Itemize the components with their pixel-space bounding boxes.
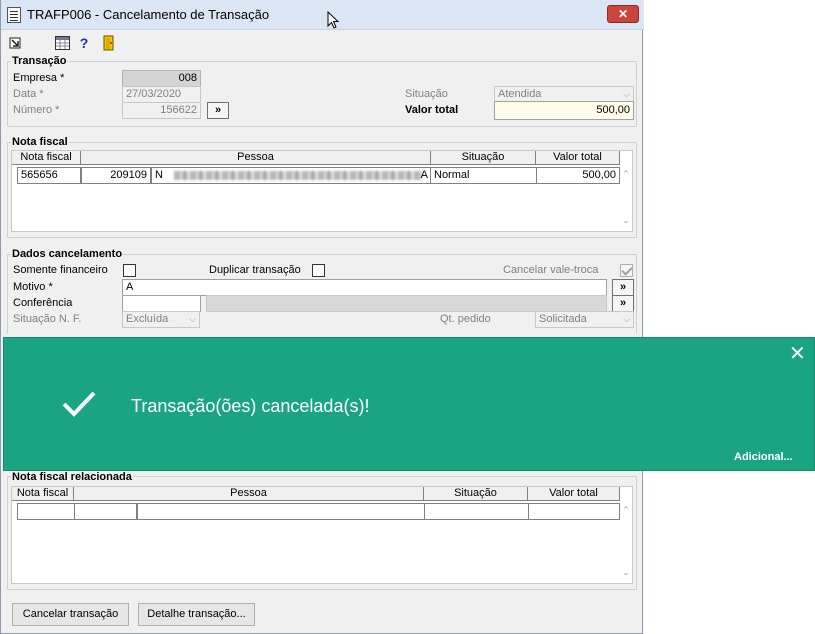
situacao-nf-value: Excluída	[126, 313, 169, 325]
chevron-down-icon: ⌵	[623, 314, 630, 324]
situacao-nf-label: Situação N. F.	[13, 313, 82, 325]
arrow-out-icon[interactable]	[9, 37, 21, 49]
app-window: TRAFP006 - Cancelamento de Transação ✕ ?…	[0, 0, 644, 634]
conferencia-label: Conferência	[13, 297, 73, 309]
cancelar-vale-label: Cancelar vale-troca	[503, 264, 599, 276]
conferencia-field[interactable]	[122, 295, 201, 312]
duplicar-checkbox[interactable]	[312, 264, 325, 277]
numero-label: Número *	[13, 104, 60, 116]
cell-pessoa-name[interactable]: N A	[151, 167, 431, 184]
exit-door-icon[interactable]	[102, 35, 116, 51]
rel-cell-pessoa-name[interactable]	[137, 503, 425, 520]
mouse-cursor-icon	[327, 11, 339, 29]
numero-field: 156622	[122, 102, 201, 119]
calculator-icon[interactable]	[55, 36, 70, 50]
help-icon[interactable]: ?	[77, 36, 91, 50]
chevron-down-icon: ⌵	[189, 314, 196, 324]
rel-cell-nota[interactable]	[17, 503, 75, 520]
situacao-nf-select: Excluída ⌵	[122, 311, 200, 328]
redacted-name	[174, 170, 423, 180]
success-toast: Transação(ões) cancelada(s)! ✕ Adicional…	[3, 337, 815, 471]
data-field: 27/03/2020	[122, 86, 201, 103]
window-title: TRAFP006 - Cancelamento de Transação	[27, 7, 270, 22]
rel-col-situacao[interactable]: Situação	[424, 487, 528, 501]
conferencia-search-button[interactable]: »	[612, 295, 634, 312]
empresa-label: Empresa *	[13, 72, 65, 84]
chevron-down-icon: ⌵	[623, 89, 630, 99]
title-bar[interactable]: TRAFP006 - Cancelamento de Transação ✕	[1, 0, 644, 30]
numero-search-button[interactable]: »	[207, 102, 229, 119]
nota-fiscal-title: Nota fiscal	[11, 136, 69, 148]
cell-valor[interactable]: 500,00	[536, 167, 620, 184]
qt-pedido-label: Qt. pedido	[440, 313, 491, 325]
scroll-up-icon[interactable]: ⌃	[619, 169, 633, 180]
col-pessoa[interactable]: Pessoa	[81, 151, 431, 165]
valor-total-field: 500,00	[494, 101, 634, 120]
conferencia-description	[206, 295, 607, 312]
toast-message: Transação(ões) cancelada(s)!	[131, 396, 370, 416]
cancelar-vale-checkbox	[620, 264, 633, 277]
col-valor-total[interactable]: Valor total	[536, 151, 620, 165]
nota-fiscal-grid[interactable]: Nota fiscal Pessoa Situação Valor total …	[11, 150, 633, 232]
cell-situacao[interactable]: Normal	[431, 167, 536, 184]
rel-cell-pessoa-code[interactable]	[74, 503, 137, 520]
nota-relacionada-title: Nota fiscal relacionada	[11, 471, 133, 483]
toast-more-link[interactable]: Adicional...	[734, 451, 793, 463]
motivo-field[interactable]: A	[122, 279, 607, 296]
dados-cancelamento-title: Dados cancelamento	[11, 248, 124, 260]
duplicar-label: Duplicar transação	[209, 264, 301, 276]
scroll-up-icon[interactable]: ⌃	[619, 505, 633, 516]
qt-pedido-value: Solicitada	[539, 313, 587, 325]
motivo-search-button[interactable]: »	[612, 279, 634, 296]
rel-cell-valor[interactable]	[528, 503, 620, 520]
motivo-label: Motivo *	[13, 281, 53, 293]
qt-pedido-select: Solicitada ⌵	[535, 311, 634, 328]
transacao-title: Transação	[11, 55, 68, 67]
rel-cell-situacao[interactable]	[424, 503, 529, 520]
nota-relacionada-grid[interactable]: Nota fiscal Pessoa Situação Valor total …	[11, 486, 633, 584]
cell-nota[interactable]: 565656	[17, 167, 81, 184]
situacao-value: Atendida	[498, 88, 542, 100]
rel-col-pessoa[interactable]: Pessoa	[74, 487, 424, 501]
document-icon	[7, 7, 21, 23]
rel-col-valor-total[interactable]: Valor total	[528, 487, 620, 501]
cell-pessoa-code[interactable]: 209109	[81, 167, 151, 184]
rel-col-nota-fiscal[interactable]: Nota fiscal	[12, 487, 74, 501]
valor-total-label: Valor total	[405, 104, 459, 116]
col-situacao[interactable]: Situação	[431, 151, 536, 165]
col-nota-fiscal[interactable]: Nota fiscal	[12, 151, 81, 165]
data-label: Data *	[13, 88, 44, 100]
pessoa-suffix: A	[420, 169, 428, 181]
close-icon[interactable]: ✕	[789, 344, 806, 364]
scroll-down-icon[interactable]: ⌄	[619, 215, 633, 226]
close-button[interactable]: ✕	[607, 5, 639, 23]
cancelar-transacao-button[interactable]: Cancelar transação	[12, 603, 129, 626]
scroll-down-icon[interactable]: ⌄	[619, 567, 633, 578]
detalhe-transacao-button[interactable]: Detalhe transação...	[138, 603, 255, 626]
somente-financeiro-checkbox[interactable]	[123, 264, 136, 277]
checkmark-icon	[62, 391, 96, 417]
situacao-label: Situação	[405, 88, 448, 100]
somente-financeiro-label: Somente financeiro	[13, 264, 108, 276]
empresa-field[interactable]: 008	[122, 70, 201, 87]
pessoa-prefix: N	[155, 169, 163, 181]
